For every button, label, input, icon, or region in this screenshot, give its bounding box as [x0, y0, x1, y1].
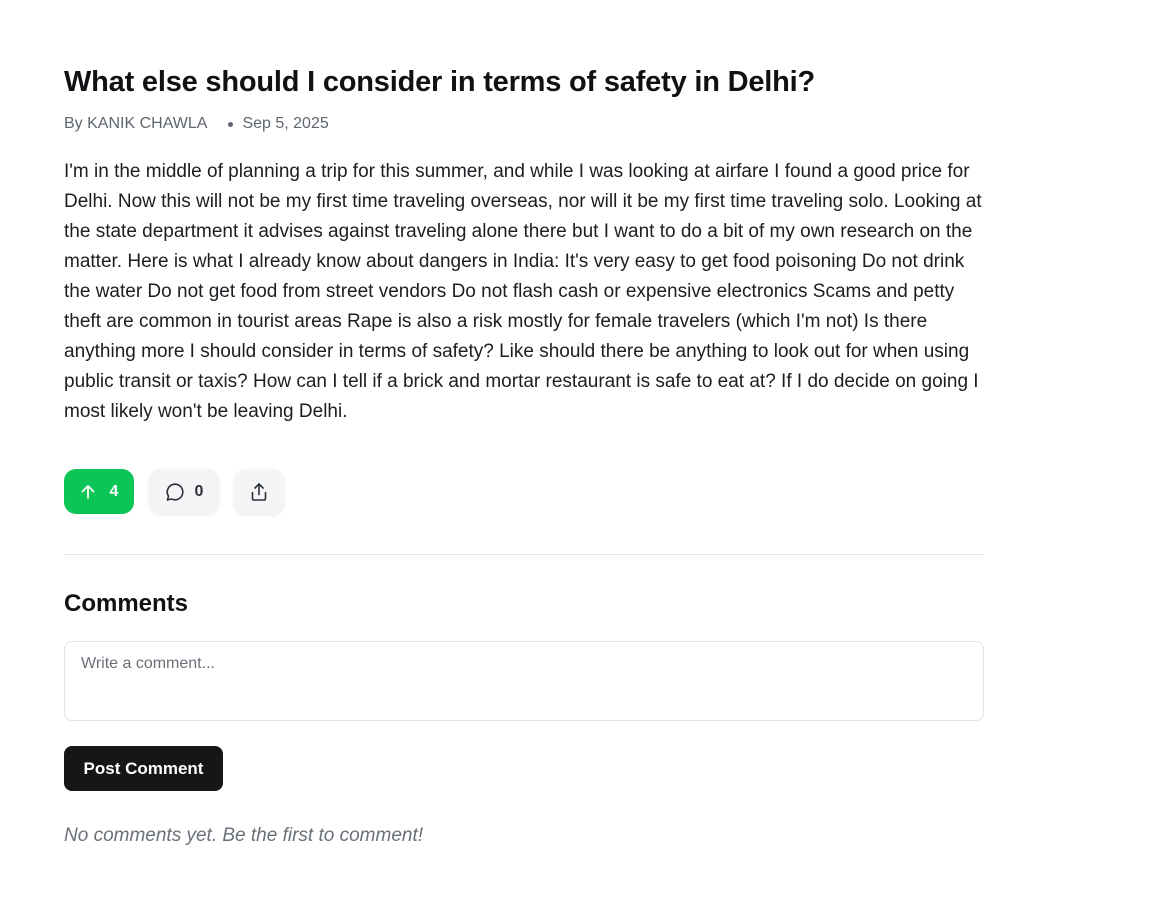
- comment-input[interactable]: [64, 641, 984, 721]
- section-divider: [64, 554, 984, 555]
- upvote-count: 4: [109, 482, 119, 500]
- meta-separator-dot: [228, 121, 234, 127]
- post-date: Sep 5, 2025: [242, 115, 329, 132]
- no-comments-message: No comments yet. Be the first to comment…: [64, 825, 424, 846]
- post-body: I'm in the middle of planning a trip for…: [64, 161, 982, 422]
- post-container: What else should I consider in terms of …: [64, 60, 984, 848]
- post-title: What else should I consider in terms of …: [64, 66, 815, 98]
- chat-bubble-icon: [165, 482, 185, 502]
- upvote-button[interactable]: 4: [64, 469, 134, 514]
- share-button[interactable]: [234, 469, 284, 514]
- post-meta: By KANIK CHAWLA Sep 5, 2025: [64, 114, 984, 134]
- comment-count: 0: [194, 482, 204, 500]
- post-actions: 4 0: [64, 469, 984, 514]
- post-author: By KANIK CHAWLA: [64, 115, 208, 132]
- share-icon: [249, 482, 269, 502]
- post-comment-button[interactable]: Post Comment: [64, 746, 223, 791]
- comments-heading: Comments: [64, 590, 189, 617]
- comment-count-button[interactable]: 0: [149, 469, 219, 514]
- arrow-up-icon: [80, 484, 96, 500]
